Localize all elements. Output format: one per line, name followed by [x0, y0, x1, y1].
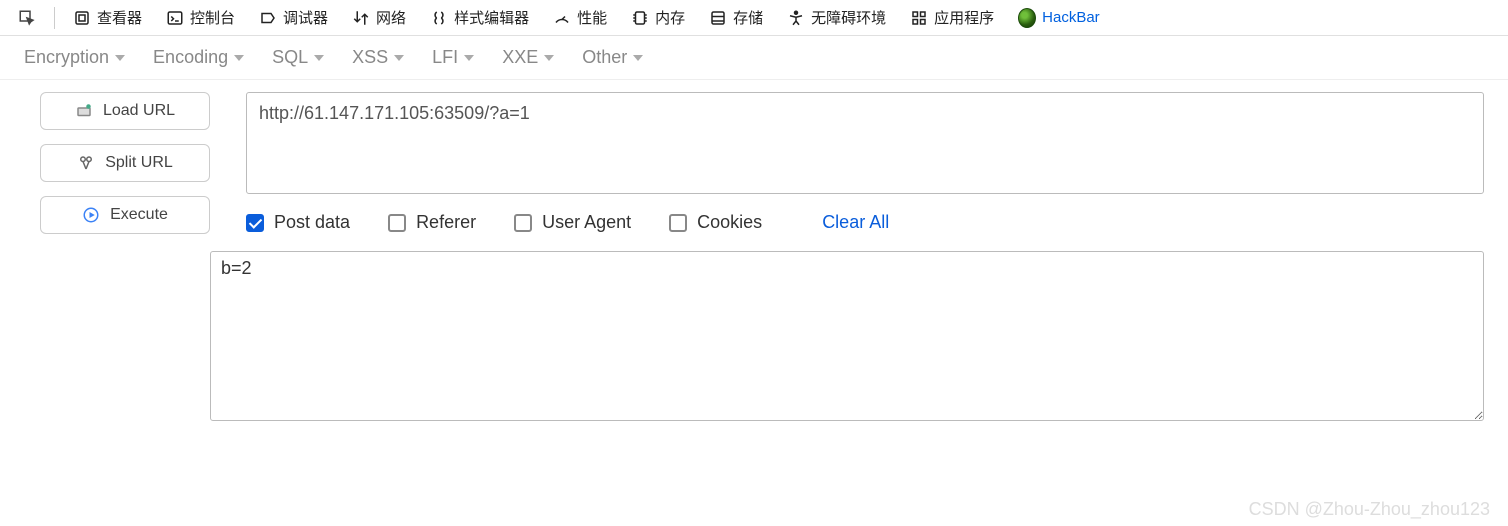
checkbox-icon [514, 214, 532, 232]
style-editor-icon [430, 9, 448, 27]
main-area: Post data Referer User Agent Cookies Cle… [246, 92, 1484, 421]
menu-label: LFI [432, 47, 458, 68]
menu-xxe[interactable]: XXE [502, 47, 554, 68]
button-label: Split URL [105, 154, 173, 172]
checkbox-icon [246, 214, 264, 232]
checkbox-label: Cookies [697, 212, 762, 233]
tab-style-editor[interactable]: 样式编辑器 [420, 1, 539, 34]
options-row: Post data Referer User Agent Cookies Cle… [246, 208, 1484, 237]
tab-label: 控制台 [190, 7, 235, 28]
menu-other[interactable]: Other [582, 47, 643, 68]
tab-debugger[interactable]: 调试器 [249, 1, 338, 34]
tab-application[interactable]: 应用程序 [900, 1, 1004, 34]
tab-inspector[interactable]: 查看器 [63, 1, 152, 34]
tab-picker[interactable] [8, 3, 46, 33]
separator [54, 7, 55, 29]
tab-performance[interactable]: 性能 [543, 1, 617, 34]
caret-down-icon [464, 55, 474, 61]
devtools-tabbar: 查看器 控制台 调试器 网络 样式编辑器 性能 内存 [0, 0, 1508, 36]
tab-label: 样式编辑器 [454, 7, 529, 28]
caret-down-icon [314, 55, 324, 61]
menu-label: XSS [352, 47, 388, 68]
hackbar-content: Load URL Split URL Execute Post data Ref… [0, 80, 1508, 433]
tab-label: 调试器 [283, 7, 328, 28]
caret-down-icon [394, 55, 404, 61]
checkbox-post-data[interactable]: Post data [246, 212, 350, 233]
caret-down-icon [633, 55, 643, 61]
post-data-input[interactable] [210, 251, 1484, 421]
checkbox-icon [388, 214, 406, 232]
action-buttons: Load URL Split URL Execute [40, 92, 210, 421]
execute-icon [82, 206, 100, 224]
watermark: CSDN @Zhou-Zhou_zhou123 [1249, 499, 1490, 520]
menu-encryption[interactable]: Encryption [24, 47, 125, 68]
tab-label: 网络 [376, 7, 406, 28]
caret-down-icon [115, 55, 125, 61]
tab-console[interactable]: 控制台 [156, 1, 245, 34]
split-url-icon [77, 154, 95, 172]
tab-label: 内存 [655, 7, 685, 28]
tab-label: HackBar [1042, 9, 1100, 26]
menu-label: XXE [502, 47, 538, 68]
network-icon [352, 9, 370, 27]
checkbox-referer[interactable]: Referer [388, 212, 476, 233]
hackbar-icon [1018, 9, 1036, 27]
hackbar-menubar: Encryption Encoding SQL XSS LFI XXE Othe… [0, 36, 1508, 80]
tab-label: 性能 [577, 7, 607, 28]
menu-label: SQL [272, 47, 308, 68]
menu-sql[interactable]: SQL [272, 47, 324, 68]
button-label: Execute [110, 206, 168, 224]
accessibility-icon [787, 9, 805, 27]
menu-lfi[interactable]: LFI [432, 47, 474, 68]
load-url-button[interactable]: Load URL [40, 92, 210, 130]
caret-down-icon [544, 55, 554, 61]
inspector-icon [73, 9, 91, 27]
menu-label: Encryption [24, 47, 109, 68]
menu-encoding[interactable]: Encoding [153, 47, 244, 68]
checkbox-label: User Agent [542, 212, 631, 233]
tab-label: 应用程序 [934, 7, 994, 28]
button-label: Load URL [103, 102, 175, 120]
tab-memory[interactable]: 内存 [621, 1, 695, 34]
checkbox-cookies[interactable]: Cookies [669, 212, 762, 233]
application-icon [910, 9, 928, 27]
checkbox-label: Referer [416, 212, 476, 233]
memory-icon [631, 9, 649, 27]
clear-all-link[interactable]: Clear All [822, 212, 889, 233]
menu-xss[interactable]: XSS [352, 47, 404, 68]
tab-hackbar[interactable]: HackBar [1008, 3, 1110, 33]
tab-label: 查看器 [97, 7, 142, 28]
url-input[interactable] [246, 92, 1484, 194]
checkbox-icon [669, 214, 687, 232]
console-icon [166, 9, 184, 27]
tab-label: 无障碍环境 [811, 7, 886, 28]
tab-storage[interactable]: 存储 [699, 1, 773, 34]
menu-label: Other [582, 47, 627, 68]
caret-down-icon [234, 55, 244, 61]
tab-label: 存储 [733, 7, 763, 28]
storage-icon [709, 9, 727, 27]
execute-button[interactable]: Execute [40, 196, 210, 234]
performance-icon [553, 9, 571, 27]
element-picker-icon [18, 9, 36, 27]
debugger-icon [259, 9, 277, 27]
tab-network[interactable]: 网络 [342, 1, 416, 34]
checkbox-user-agent[interactable]: User Agent [514, 212, 631, 233]
checkbox-label: Post data [274, 212, 350, 233]
menu-label: Encoding [153, 47, 228, 68]
tab-accessibility[interactable]: 无障碍环境 [777, 1, 896, 34]
load-url-icon [75, 102, 93, 120]
split-url-button[interactable]: Split URL [40, 144, 210, 182]
